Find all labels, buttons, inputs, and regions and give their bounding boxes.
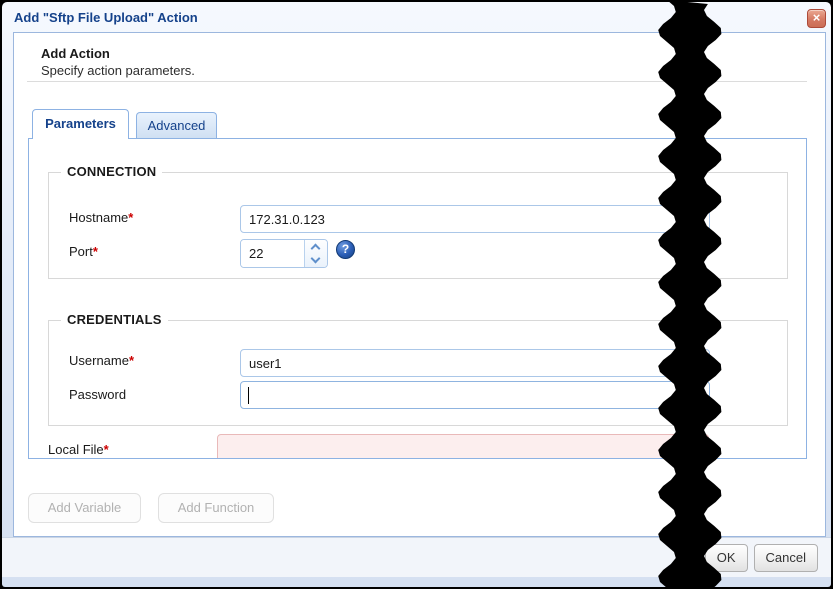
password-input[interactable]: [240, 381, 710, 409]
cancel-button[interactable]: Cancel: [754, 544, 818, 572]
add-function-button[interactable]: Add Function: [158, 493, 274, 523]
header-divider: [27, 81, 807, 82]
fieldset-credentials: CREDENTIALS Username* Password: [48, 320, 788, 426]
screenshot-frame: Add "Sftp File Upload" Action × Add Acti…: [0, 0, 833, 589]
required-asterisk: *: [128, 210, 133, 225]
dialog-title: Add "Sftp File Upload" Action: [14, 10, 198, 25]
local-file-label: Local File*: [48, 442, 109, 457]
tab-parameters[interactable]: Parameters: [32, 109, 129, 139]
help-icon[interactable]: ?: [336, 240, 355, 259]
tab-panel-parameters: CONNECTION Hostname* Port*: [28, 138, 807, 459]
required-asterisk: *: [104, 442, 109, 457]
tab-advanced[interactable]: Advanced: [136, 112, 217, 139]
spinner-buttons: [304, 240, 327, 267]
username-input[interactable]: [240, 349, 710, 377]
fieldset-connection: CONNECTION Hostname* Port*: [48, 172, 788, 279]
username-label: Username*: [69, 353, 134, 368]
fieldset-connection-legend: CONNECTION: [61, 164, 162, 179]
required-asterisk: *: [129, 353, 134, 368]
port-label: Port*: [69, 244, 98, 259]
close-icon: ×: [813, 10, 821, 25]
port-spinner: [240, 239, 328, 268]
content-panel: Add Action Specify action parameters. Pa…: [13, 32, 826, 537]
title-bar: Add "Sftp File Upload" Action: [2, 2, 831, 33]
dialog-window: Add "Sftp File Upload" Action × Add Acti…: [2, 2, 831, 587]
hostname-label: Hostname*: [69, 210, 133, 225]
text-caret: [248, 387, 249, 404]
local-file-input[interactable]: [217, 434, 709, 459]
hostname-input[interactable]: [240, 205, 710, 233]
spinner-up-icon: [311, 244, 321, 254]
dialog-footer: OK Cancel: [2, 537, 831, 577]
tab-parameters-label: Parameters: [45, 116, 116, 131]
wizard-step-title: Add Action: [41, 46, 110, 61]
ok-button[interactable]: OK: [705, 544, 748, 572]
fieldset-credentials-legend: CREDENTIALS: [61, 312, 168, 327]
port-input[interactable]: [241, 240, 304, 267]
wizard-step-subtitle: Specify action parameters.: [41, 63, 195, 78]
add-variable-button[interactable]: Add Variable: [28, 493, 141, 523]
spinner-up-button[interactable]: [305, 240, 327, 254]
tab-advanced-label: Advanced: [148, 118, 206, 133]
required-asterisk: *: [93, 244, 98, 259]
password-label: Password: [69, 387, 126, 402]
spinner-down-icon: [311, 253, 321, 263]
spinner-down-button[interactable]: [305, 254, 327, 268]
close-button[interactable]: ×: [807, 9, 826, 28]
